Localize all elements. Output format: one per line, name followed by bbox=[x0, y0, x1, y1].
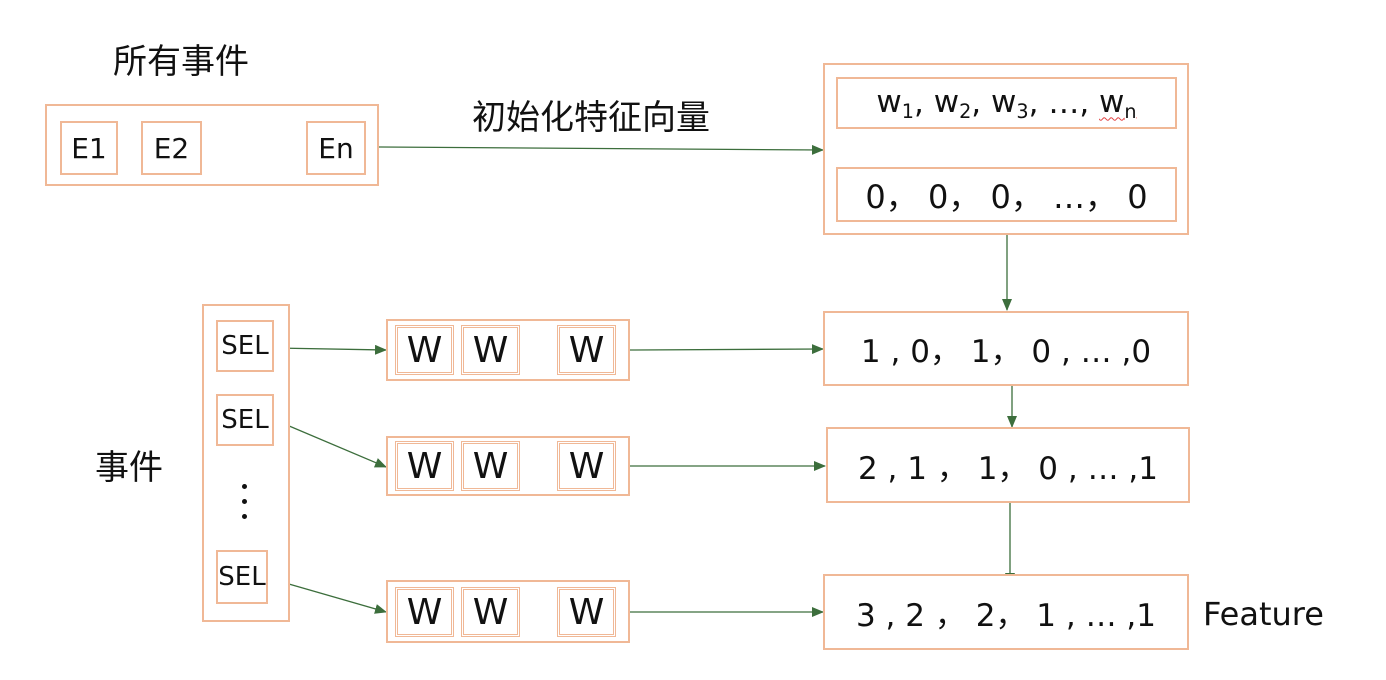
arrow-sel1-to-w1 bbox=[274, 344, 387, 355]
w-cell: W bbox=[395, 587, 454, 637]
w-cell: W bbox=[557, 441, 616, 491]
weights-row: w1, w2, w3, …, wn bbox=[836, 77, 1177, 129]
sel-item: SEL bbox=[216, 394, 274, 446]
weight-w3: w3 bbox=[991, 83, 1029, 123]
event-item-e1: E1 bbox=[60, 121, 118, 175]
vertical-ellipsis bbox=[242, 484, 248, 520]
w-cell: W bbox=[395, 441, 454, 491]
weight-w2: w2 bbox=[933, 83, 972, 123]
result-vector-row-2: 2 , 1 ， 1， 0 , … ,1 bbox=[826, 427, 1190, 503]
arrow-all-events-to-vector bbox=[378, 144, 824, 155]
event-item-e2: E2 bbox=[141, 121, 202, 175]
weight-w1: w1 bbox=[876, 83, 914, 123]
weights-ellipsis: …, bbox=[1048, 85, 1090, 121]
arrow-w1-to-result1 bbox=[629, 344, 824, 355]
all-events-title: 所有事件 bbox=[113, 42, 249, 82]
result-vector-row-3: 3 , 2 ， 2， 1 , … ,1 bbox=[823, 574, 1189, 650]
events-label: 事件 bbox=[95, 448, 163, 488]
w-cell: W bbox=[557, 325, 616, 375]
zeros-row: 0， 0， 0， …， 0 bbox=[836, 167, 1177, 222]
result-vector-row-1: 1 , 0， 1， 0 , … ,0 bbox=[823, 311, 1189, 386]
w-cell: W bbox=[461, 587, 520, 637]
w-cell: W bbox=[461, 325, 520, 375]
sel-item: SEL bbox=[216, 320, 274, 372]
w-cell: W bbox=[395, 325, 454, 375]
event-item-en: En bbox=[306, 121, 366, 175]
sel-item: SEL bbox=[216, 550, 268, 604]
feature-label: Feature bbox=[1203, 595, 1324, 633]
w-cell: W bbox=[557, 587, 616, 637]
arrow-sel2-to-w2 bbox=[274, 419, 387, 468]
init-vector-label: 初始化特征向量 bbox=[472, 98, 710, 138]
weight-wn: wn bbox=[1099, 83, 1137, 123]
w-cell: W bbox=[461, 441, 520, 491]
